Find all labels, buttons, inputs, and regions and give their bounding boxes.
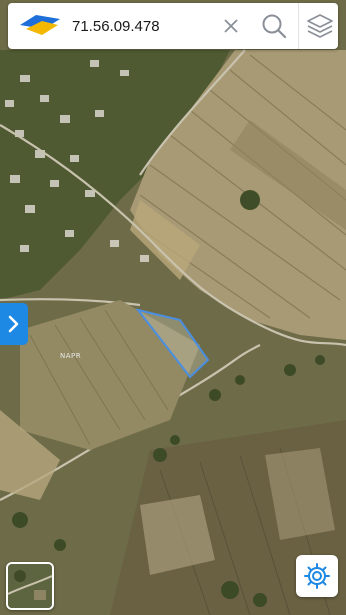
side-panel-toggle[interactable] bbox=[0, 303, 28, 345]
map-screen: NAPR 71.56.09.478 bbox=[0, 0, 346, 615]
close-icon[interactable] bbox=[220, 15, 242, 37]
basemap-switcher[interactable] bbox=[6, 562, 54, 610]
satellite-map[interactable] bbox=[0, 0, 346, 615]
map-watermark: NAPR bbox=[60, 352, 82, 360]
napr-logo-icon bbox=[20, 15, 60, 35]
search-icon[interactable] bbox=[260, 12, 288, 40]
basemap-thumbnail bbox=[8, 564, 52, 608]
layers-icon[interactable] bbox=[305, 11, 335, 41]
chevron-right-icon bbox=[8, 315, 19, 333]
search-input[interactable]: 71.56.09.478 bbox=[72, 16, 212, 38]
gear-icon bbox=[304, 563, 330, 589]
search-bar: 71.56.09.478 bbox=[8, 3, 338, 49]
search-divider bbox=[298, 3, 299, 49]
settings-button[interactable] bbox=[296, 555, 338, 597]
